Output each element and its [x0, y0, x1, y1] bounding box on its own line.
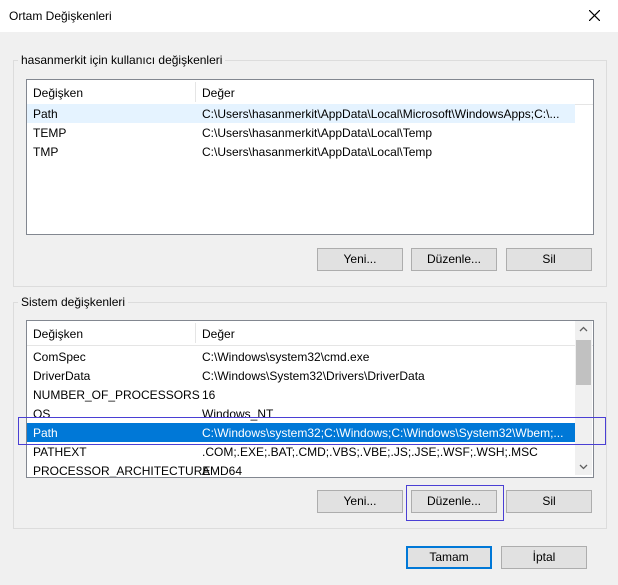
- user-variables-list[interactable]: Değişken Değer Path C:\Users\hasanmerkit…: [26, 79, 594, 235]
- list-row[interactable]: ComSpec C:\Windows\system32\cmd.exe: [27, 347, 575, 366]
- close-button[interactable]: [572, 0, 618, 32]
- system-delete-button[interactable]: Sil: [506, 490, 592, 513]
- user-new-button[interactable]: Yeni...: [317, 248, 403, 271]
- scroll-down-icon: [579, 464, 588, 470]
- list-header: Değişken Değer: [27, 80, 593, 105]
- user-delete-button[interactable]: Sil: [506, 248, 592, 271]
- list-header: Değişken Değer: [27, 321, 593, 346]
- column-header-value[interactable]: Değer: [202, 327, 235, 341]
- window-title: Ortam Değişkenleri: [9, 9, 112, 23]
- column-header-value[interactable]: Değer: [202, 86, 235, 100]
- close-icon: [589, 10, 600, 21]
- scroll-thumb[interactable]: [576, 340, 591, 385]
- user-edit-button[interactable]: Düzenle...: [411, 248, 497, 271]
- system-variables-legend: Sistem değişkenleri: [21, 295, 126, 309]
- scroll-up-icon: [579, 326, 588, 332]
- user-variables-legend: hasanmerkit için kullanıcı değişkenleri: [21, 53, 223, 67]
- list-row[interactable]: Path C:\Users\hasanmerkit\AppData\Local\…: [27, 104, 575, 123]
- list-row[interactable]: PROCESSOR_ARCHITECTURE AMD64: [27, 461, 575, 477]
- scroll-up-button[interactable]: [575, 321, 592, 338]
- list-row[interactable]: TMP C:\Users\hasanmerkit\AppData\Local\T…: [27, 142, 575, 161]
- cancel-button[interactable]: İptal: [501, 546, 587, 569]
- path-row-highlight-box: [18, 417, 606, 445]
- title-bar: Ortam Değişkenleri: [0, 0, 618, 32]
- ok-button[interactable]: Tamam: [406, 546, 492, 569]
- system-edit-button[interactable]: Düzenle...: [411, 490, 497, 513]
- column-header-variable[interactable]: Değişken: [33, 86, 83, 100]
- system-variables-list[interactable]: Değişken Değer ComSpec C:\Windows\system…: [26, 320, 594, 478]
- column-header-variable[interactable]: Değişken: [33, 327, 83, 341]
- vertical-scrollbar[interactable]: [575, 321, 592, 475]
- list-row[interactable]: TEMP C:\Users\hasanmerkit\AppData\Local\…: [27, 123, 575, 142]
- list-row[interactable]: NUMBER_OF_PROCESSORS 16: [27, 385, 575, 404]
- scroll-down-button[interactable]: [575, 458, 592, 475]
- system-new-button[interactable]: Yeni...: [317, 490, 403, 513]
- list-row[interactable]: DriverData C:\Windows\System32\Drivers\D…: [27, 366, 575, 385]
